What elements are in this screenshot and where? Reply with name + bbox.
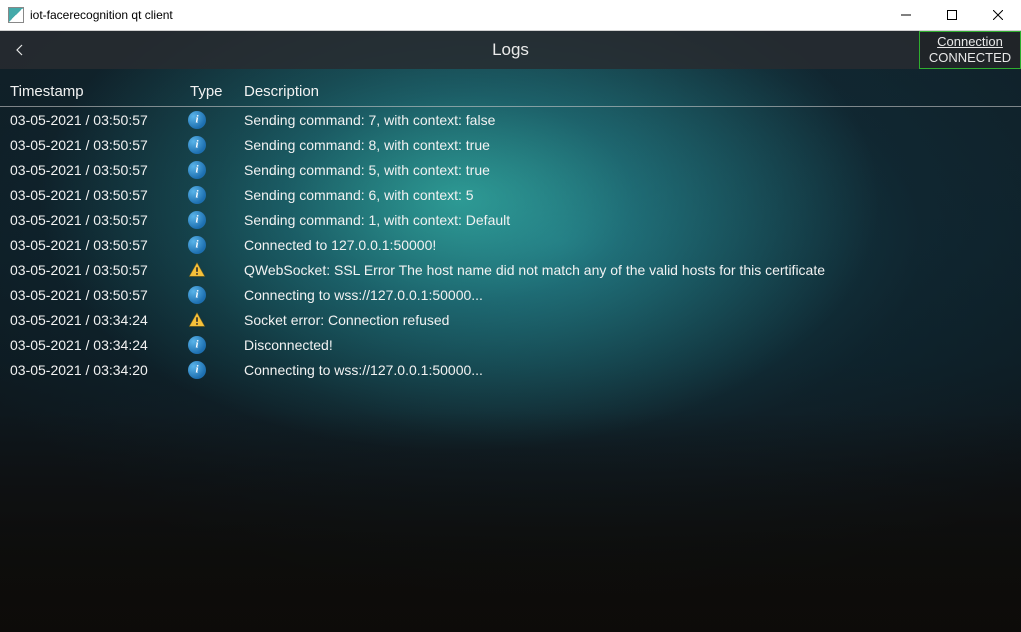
cell-description: Connecting to wss://127.0.0.1:50000... (234, 287, 1021, 303)
cell-type (180, 211, 234, 229)
table-row[interactable]: 03-05-2021 / 03:50:57 Sending command: 5,… (0, 157, 1021, 182)
info-icon (188, 236, 206, 254)
col-type[interactable]: Type (180, 83, 234, 100)
window-minimize-button[interactable] (883, 0, 929, 30)
info-icon (188, 361, 206, 379)
header-bar: Logs Connection CONNECTED (0, 31, 1021, 69)
log-table: Timestamp Type Description 03-05-2021 / … (0, 69, 1021, 382)
info-icon (188, 186, 206, 204)
connection-status: CONNECTED (929, 50, 1011, 66)
window-maximize-button[interactable] (929, 0, 975, 30)
app-icon (8, 7, 24, 23)
page-title: Logs (0, 40, 1021, 60)
cell-timestamp: 03-05-2021 / 03:50:57 (0, 137, 180, 153)
cell-timestamp: 03-05-2021 / 03:50:57 (0, 162, 180, 178)
warning-icon (188, 261, 206, 279)
cell-type (180, 111, 234, 129)
cell-timestamp: 03-05-2021 / 03:50:57 (0, 212, 180, 228)
table-row[interactable]: 03-05-2021 / 03:50:57 QWebSocket: SSL Err… (0, 257, 1021, 282)
info-icon (188, 286, 206, 304)
chevron-left-icon (16, 44, 24, 56)
table-row[interactable]: 03-05-2021 / 03:50:57 Sending command: 7,… (0, 107, 1021, 132)
cell-timestamp: 03-05-2021 / 03:50:57 (0, 112, 180, 128)
cell-type (180, 311, 234, 329)
cell-type (180, 336, 234, 354)
cell-description: Sending command: 5, with context: true (234, 162, 1021, 178)
connection-label: Connection (937, 34, 1003, 50)
info-icon (188, 211, 206, 229)
log-table-body: 03-05-2021 / 03:50:57 Sending command: 7,… (0, 107, 1021, 382)
cell-timestamp: 03-05-2021 / 03:50:57 (0, 287, 180, 303)
table-row[interactable]: 03-05-2021 / 03:34:24 Socket error: Conne… (0, 307, 1021, 332)
cell-type (180, 186, 234, 204)
cell-description: Socket error: Connection refused (234, 312, 1021, 328)
cell-description: Sending command: 7, with context: false (234, 112, 1021, 128)
cell-description: Disconnected! (234, 337, 1021, 353)
table-row[interactable]: 03-05-2021 / 03:50:57 Connecting to wss:/… (0, 282, 1021, 307)
table-row[interactable]: 03-05-2021 / 03:50:57 Sending command: 1,… (0, 207, 1021, 232)
cell-timestamp: 03-05-2021 / 03:50:57 (0, 237, 180, 253)
table-row[interactable]: 03-05-2021 / 03:34:24 Disconnected! (0, 332, 1021, 357)
cell-timestamp: 03-05-2021 / 03:34:24 (0, 337, 180, 353)
back-button[interactable] (0, 44, 40, 56)
table-row[interactable]: 03-05-2021 / 03:50:57 Connected to 127.0.… (0, 232, 1021, 257)
cell-description: Sending command: 8, with context: true (234, 137, 1021, 153)
table-row[interactable]: 03-05-2021 / 03:34:20 Connecting to wss:/… (0, 357, 1021, 382)
cell-description: Connecting to wss://127.0.0.1:50000... (234, 362, 1021, 378)
cell-type (180, 136, 234, 154)
col-description[interactable]: Description (234, 83, 1021, 100)
info-icon (188, 111, 206, 129)
cell-description: Sending command: 1, with context: Defaul… (234, 212, 1021, 228)
cell-description: Connected to 127.0.0.1:50000! (234, 237, 1021, 253)
connection-panel[interactable]: Connection CONNECTED (919, 31, 1021, 69)
window-close-button[interactable] (975, 0, 1021, 30)
cell-timestamp: 03-05-2021 / 03:50:57 (0, 262, 180, 278)
cell-description: QWebSocket: SSL Error The host name did … (234, 262, 1021, 278)
table-row[interactable]: 03-05-2021 / 03:50:57 Sending command: 6,… (0, 182, 1021, 207)
info-icon (188, 336, 206, 354)
cell-timestamp: 03-05-2021 / 03:50:57 (0, 187, 180, 203)
cell-type (180, 261, 234, 279)
window-titlebar: iot-facerecognition qt client (0, 0, 1021, 31)
log-table-header: Timestamp Type Description (0, 69, 1021, 107)
cell-type (180, 361, 234, 379)
cell-timestamp: 03-05-2021 / 03:34:20 (0, 362, 180, 378)
window-title: iot-facerecognition qt client (30, 8, 173, 22)
cell-type (180, 161, 234, 179)
cell-description: Sending command: 6, with context: 5 (234, 187, 1021, 203)
cell-type (180, 286, 234, 304)
cell-type (180, 236, 234, 254)
info-icon (188, 161, 206, 179)
warning-icon (188, 311, 206, 329)
info-icon (188, 136, 206, 154)
table-row[interactable]: 03-05-2021 / 03:50:57 Sending command: 8,… (0, 132, 1021, 157)
cell-timestamp: 03-05-2021 / 03:34:24 (0, 312, 180, 328)
app-body: Logs Connection CONNECTED Timestamp Type… (0, 31, 1021, 632)
col-timestamp[interactable]: Timestamp (0, 83, 180, 100)
